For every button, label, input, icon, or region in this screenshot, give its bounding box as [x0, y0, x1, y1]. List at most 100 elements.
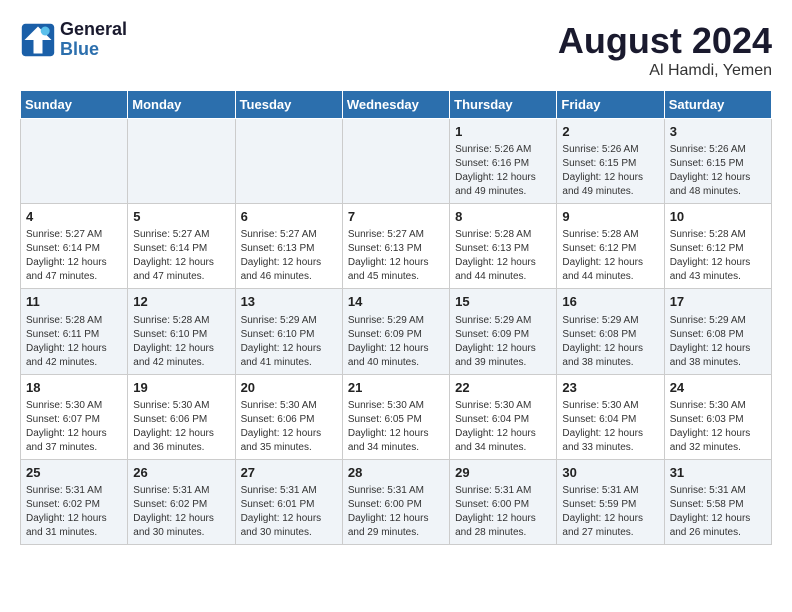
calendar-week-row: 11 Sunrise: 5:28 AM Sunset: 6:11 PM Dayli…	[21, 289, 772, 374]
header-sunday: Sunday	[21, 91, 128, 119]
calendar-cell: 26 Sunrise: 5:31 AM Sunset: 6:02 PM Dayli…	[128, 459, 235, 544]
calendar-cell: 28 Sunrise: 5:31 AM Sunset: 6:00 PM Dayli…	[342, 459, 449, 544]
calendar-cell: 17 Sunrise: 5:29 AM Sunset: 6:08 PM Dayli…	[664, 289, 771, 374]
logo-icon	[20, 22, 56, 58]
calendar-week-row: 1 Sunrise: 5:26 AM Sunset: 6:16 PM Daylig…	[21, 119, 772, 204]
cell-content: Sunrise: 5:31 AM Sunset: 5:58 PM Dayligh…	[670, 484, 766, 540]
day-number: 19	[133, 379, 229, 397]
day-number: 17	[670, 293, 766, 311]
cell-content: Sunrise: 5:28 AM Sunset: 6:10 PM Dayligh…	[133, 314, 229, 370]
cell-content: Sunrise: 5:30 AM Sunset: 6:04 PM Dayligh…	[455, 399, 551, 455]
day-number: 31	[670, 464, 766, 482]
day-number: 27	[241, 464, 337, 482]
day-number: 16	[562, 293, 658, 311]
calendar-cell: 11 Sunrise: 5:28 AM Sunset: 6:11 PM Dayli…	[21, 289, 128, 374]
day-number: 10	[670, 208, 766, 226]
cell-content: Sunrise: 5:28 AM Sunset: 6:11 PM Dayligh…	[26, 314, 122, 370]
calendar-cell: 8Sunrise: 5:28 AM Sunset: 6:13 PM Daylig…	[450, 204, 557, 289]
header-saturday: Saturday	[664, 91, 771, 119]
day-number: 14	[348, 293, 444, 311]
month-year: August 2024	[558, 20, 772, 62]
cell-content: Sunrise: 5:27 AM Sunset: 6:13 PM Dayligh…	[241, 228, 337, 284]
logo-text: General Blue	[60, 20, 127, 60]
calendar-cell: 31 Sunrise: 5:31 AM Sunset: 5:58 PM Dayli…	[664, 459, 771, 544]
day-number: 15	[455, 293, 551, 311]
day-number: 24	[670, 379, 766, 397]
calendar-cell: 20 Sunrise: 5:30 AM Sunset: 6:06 PM Dayli…	[235, 374, 342, 459]
calendar-cell: 2 Sunrise: 5:26 AM Sunset: 6:15 PM Daylig…	[557, 119, 664, 204]
calendar-week-row: 4Sunrise: 5:27 AM Sunset: 6:14 PM Daylig…	[21, 204, 772, 289]
calendar-cell: 14 Sunrise: 5:29 AM Sunset: 6:09 PM Dayli…	[342, 289, 449, 374]
header-monday: Monday	[128, 91, 235, 119]
calendar-cell	[128, 119, 235, 204]
day-number: 28	[348, 464, 444, 482]
cell-content: Sunrise: 5:31 AM Sunset: 6:01 PM Dayligh…	[241, 484, 337, 540]
calendar-cell: 22 Sunrise: 5:30 AM Sunset: 6:04 PM Dayli…	[450, 374, 557, 459]
calendar-cell: 23 Sunrise: 5:30 AM Sunset: 6:04 PM Dayli…	[557, 374, 664, 459]
day-number: 29	[455, 464, 551, 482]
day-number: 5	[133, 208, 229, 226]
day-number: 13	[241, 293, 337, 311]
day-number: 18	[26, 379, 122, 397]
cell-content: Sunrise: 5:31 AM Sunset: 6:02 PM Dayligh…	[26, 484, 122, 540]
cell-content: Sunrise: 5:29 AM Sunset: 6:10 PM Dayligh…	[241, 314, 337, 370]
day-number: 9	[562, 208, 658, 226]
day-number: 12	[133, 293, 229, 311]
calendar-week-row: 18Sunrise: 5:30 AM Sunset: 6:07 PM Dayli…	[21, 374, 772, 459]
header-thursday: Thursday	[450, 91, 557, 119]
calendar-cell: 16Sunrise: 5:29 AM Sunset: 6:08 PM Dayli…	[557, 289, 664, 374]
calendar-cell: 30Sunrise: 5:31 AM Sunset: 5:59 PM Dayli…	[557, 459, 664, 544]
header-tuesday: Tuesday	[235, 91, 342, 119]
calendar-week-row: 25Sunrise: 5:31 AM Sunset: 6:02 PM Dayli…	[21, 459, 772, 544]
cell-content: Sunrise: 5:27 AM Sunset: 6:13 PM Dayligh…	[348, 228, 444, 284]
day-number: 2	[562, 123, 658, 141]
cell-content: Sunrise: 5:30 AM Sunset: 6:06 PM Dayligh…	[241, 399, 337, 455]
calendar-cell: 3Sunrise: 5:26 AM Sunset: 6:15 PM Daylig…	[664, 119, 771, 204]
day-number: 7	[348, 208, 444, 226]
day-number: 1	[455, 123, 551, 141]
cell-content: Sunrise: 5:27 AM Sunset: 6:14 PM Dayligh…	[26, 228, 122, 284]
calendar-cell	[342, 119, 449, 204]
logo: General Blue	[20, 20, 127, 60]
day-number: 23	[562, 379, 658, 397]
day-number: 22	[455, 379, 551, 397]
cell-content: Sunrise: 5:29 AM Sunset: 6:08 PM Dayligh…	[670, 314, 766, 370]
calendar-cell: 7 Sunrise: 5:27 AM Sunset: 6:13 PM Daylig…	[342, 204, 449, 289]
calendar-cell: 21Sunrise: 5:30 AM Sunset: 6:05 PM Dayli…	[342, 374, 449, 459]
calendar-cell: 9 Sunrise: 5:28 AM Sunset: 6:12 PM Daylig…	[557, 204, 664, 289]
page-header: General Blue August 2024 Al Hamdi, Yemen	[20, 20, 772, 80]
calendar-cell: 24 Sunrise: 5:30 AM Sunset: 6:03 PM Dayli…	[664, 374, 771, 459]
cell-content: Sunrise: 5:30 AM Sunset: 6:04 PM Dayligh…	[562, 399, 658, 455]
day-number: 20	[241, 379, 337, 397]
cell-content: Sunrise: 5:29 AM Sunset: 6:09 PM Dayligh…	[455, 314, 551, 370]
calendar-cell: 12 Sunrise: 5:28 AM Sunset: 6:10 PM Dayli…	[128, 289, 235, 374]
cell-content: Sunrise: 5:26 AM Sunset: 6:15 PM Dayligh…	[562, 143, 658, 199]
header-wednesday: Wednesday	[342, 91, 449, 119]
calendar-cell: 27 Sunrise: 5:31 AM Sunset: 6:01 PM Dayli…	[235, 459, 342, 544]
day-number: 6	[241, 208, 337, 226]
cell-content: Sunrise: 5:28 AM Sunset: 6:12 PM Dayligh…	[562, 228, 658, 284]
cell-content: Sunrise: 5:28 AM Sunset: 6:12 PM Dayligh…	[670, 228, 766, 284]
calendar-cell: 10 Sunrise: 5:28 AM Sunset: 6:12 PM Dayli…	[664, 204, 771, 289]
day-number: 26	[133, 464, 229, 482]
cell-content: Sunrise: 5:27 AM Sunset: 6:14 PM Dayligh…	[133, 228, 229, 284]
cell-content: Sunrise: 5:31 AM Sunset: 6:00 PM Dayligh…	[348, 484, 444, 540]
calendar-table: SundayMondayTuesdayWednesdayThursdayFrid…	[20, 90, 772, 545]
calendar-cell: 4Sunrise: 5:27 AM Sunset: 6:14 PM Daylig…	[21, 204, 128, 289]
day-number: 21	[348, 379, 444, 397]
cell-content: Sunrise: 5:31 AM Sunset: 6:00 PM Dayligh…	[455, 484, 551, 540]
calendar-cell: 18Sunrise: 5:30 AM Sunset: 6:07 PM Dayli…	[21, 374, 128, 459]
title-block: August 2024 Al Hamdi, Yemen	[558, 20, 772, 80]
calendar-cell: 5 Sunrise: 5:27 AM Sunset: 6:14 PM Daylig…	[128, 204, 235, 289]
day-number: 8	[455, 208, 551, 226]
calendar-header-row: SundayMondayTuesdayWednesdayThursdayFrid…	[21, 91, 772, 119]
calendar-cell: 29 Sunrise: 5:31 AM Sunset: 6:00 PM Dayli…	[450, 459, 557, 544]
calendar-cell: 13 Sunrise: 5:29 AM Sunset: 6:10 PM Dayli…	[235, 289, 342, 374]
logo-line1: General	[60, 20, 127, 40]
cell-content: Sunrise: 5:30 AM Sunset: 6:03 PM Dayligh…	[670, 399, 766, 455]
day-number: 11	[26, 293, 122, 311]
cell-content: Sunrise: 5:31 AM Sunset: 6:02 PM Dayligh…	[133, 484, 229, 540]
cell-content: Sunrise: 5:29 AM Sunset: 6:09 PM Dayligh…	[348, 314, 444, 370]
cell-content: Sunrise: 5:31 AM Sunset: 5:59 PM Dayligh…	[562, 484, 658, 540]
cell-content: Sunrise: 5:26 AM Sunset: 6:16 PM Dayligh…	[455, 143, 551, 199]
